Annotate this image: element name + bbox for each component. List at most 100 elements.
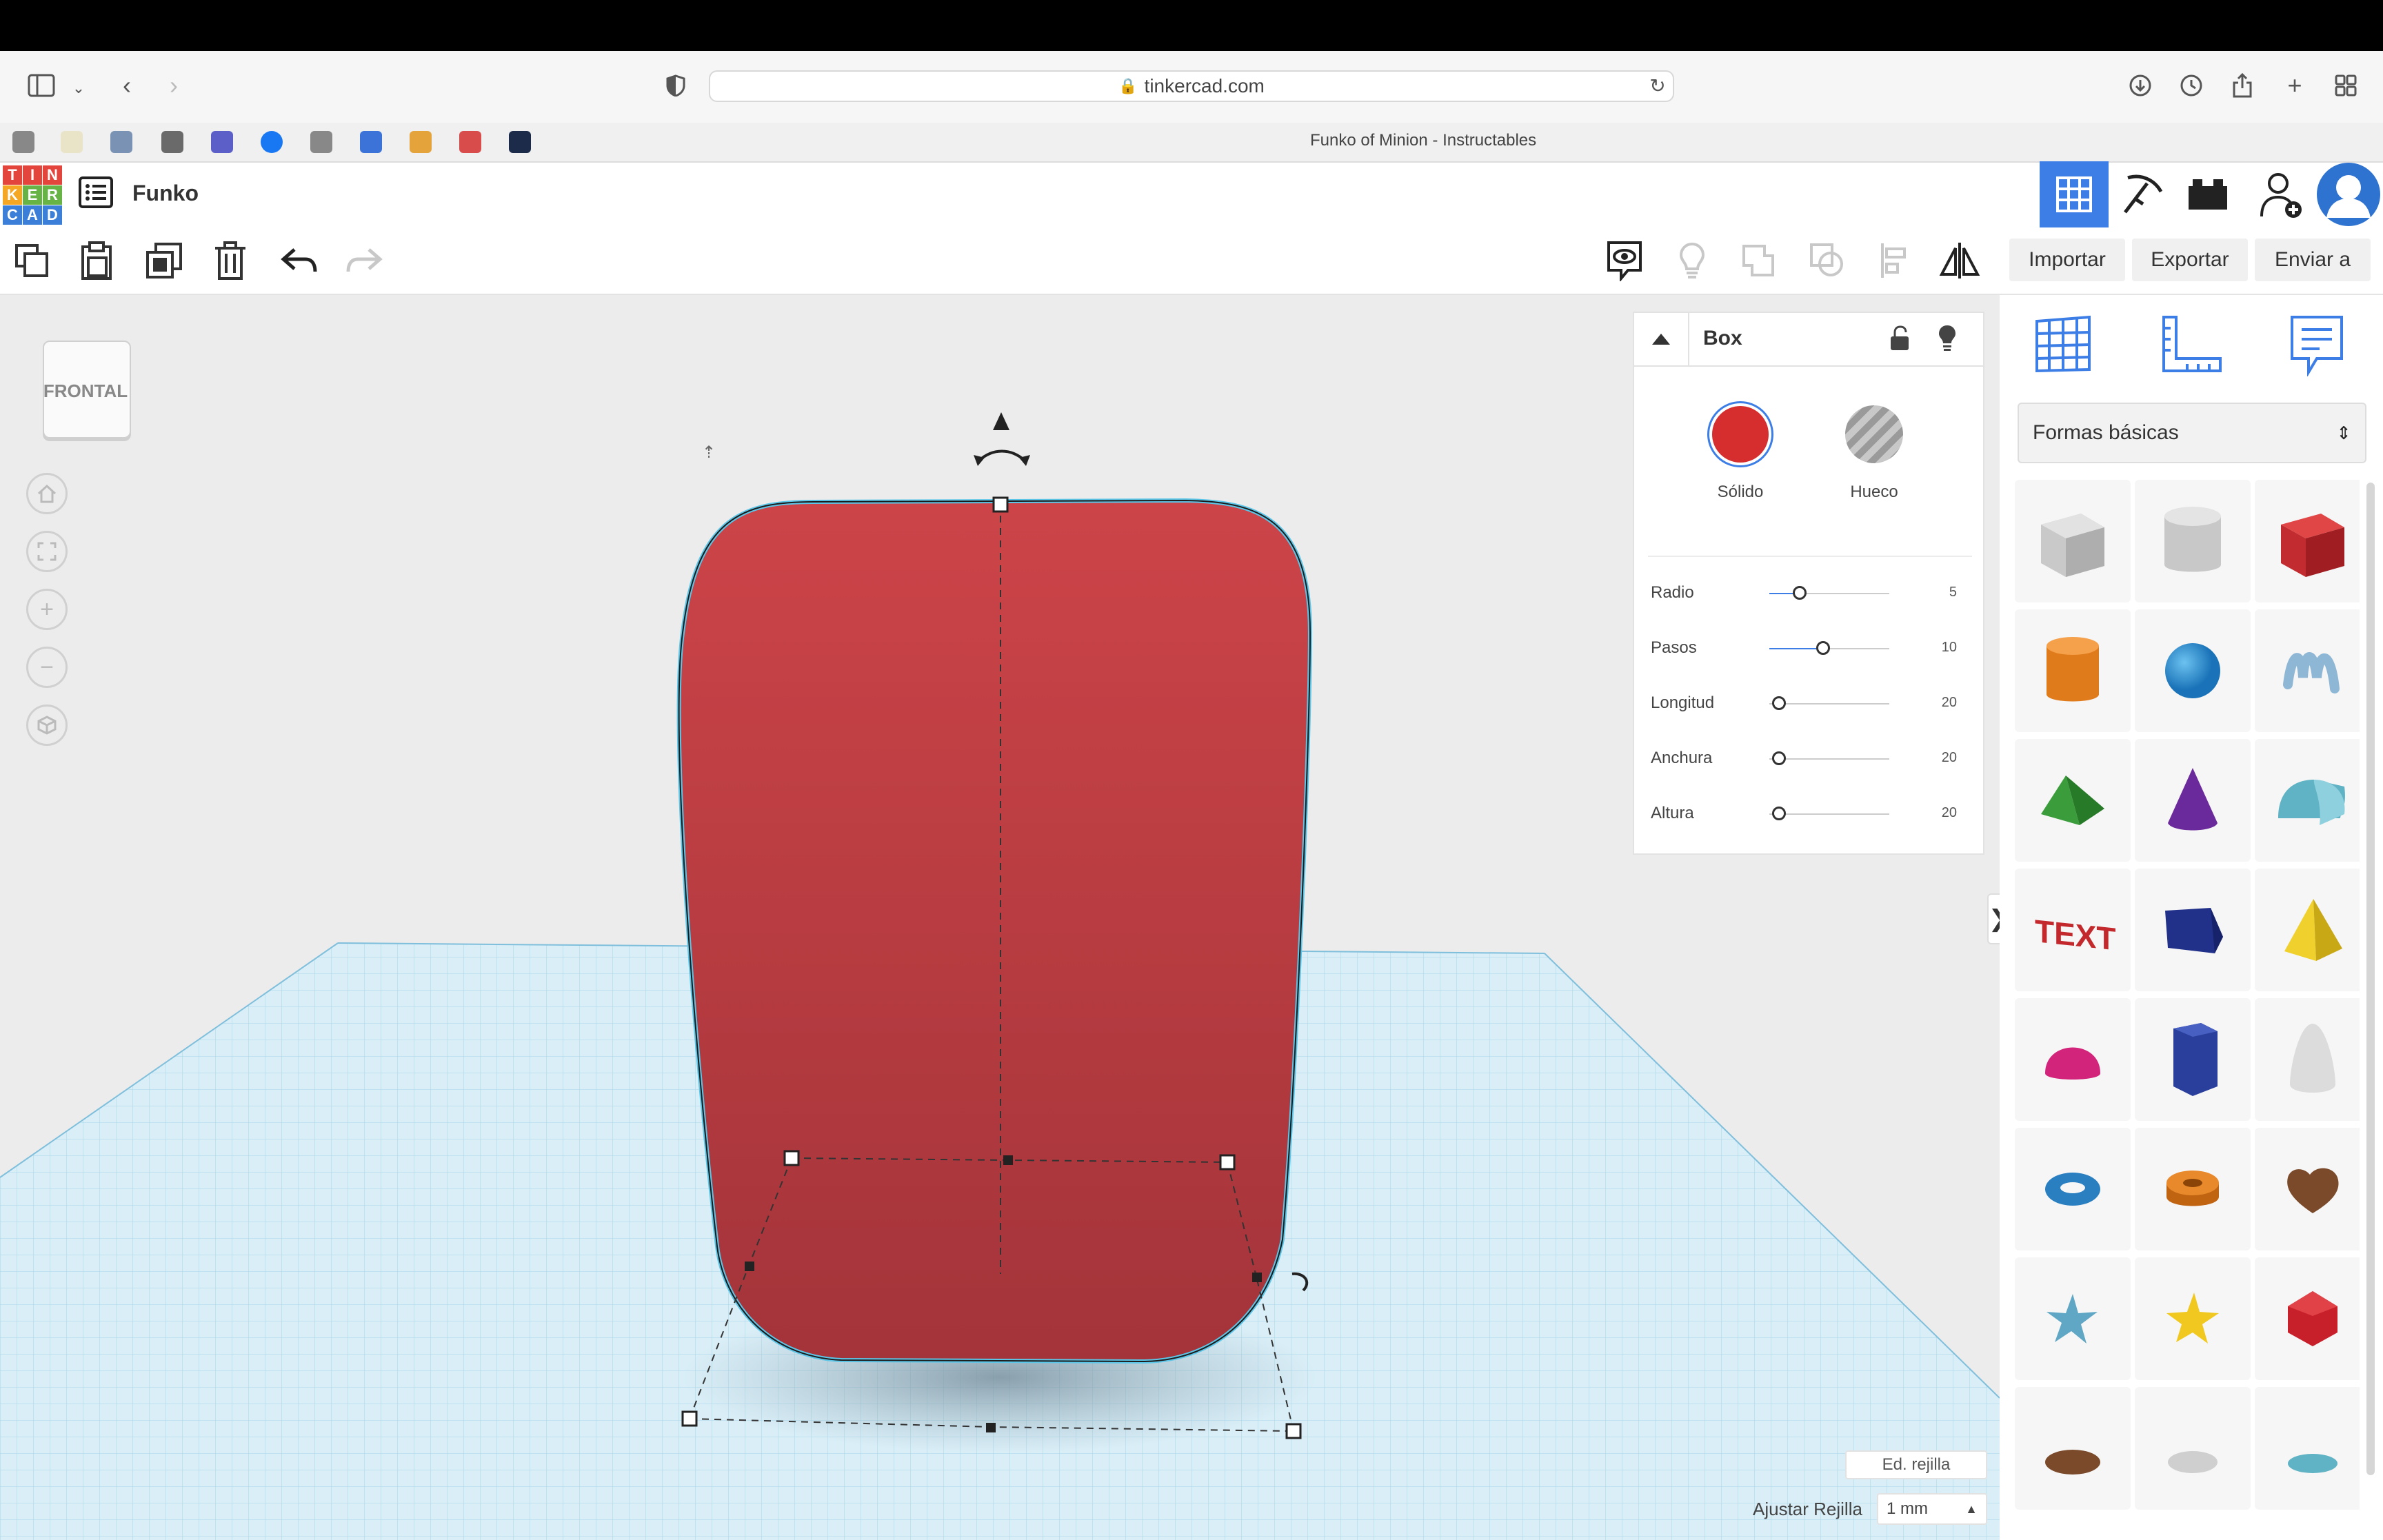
height-slider-knob[interactable] [1771,807,1786,820]
workplane-icon[interactable] [2034,314,2092,377]
length-slider-track[interactable] [1769,703,1889,705]
ring-shape[interactable] [2015,1387,2131,1510]
hexagonal-prism-shape[interactable] [2135,998,2251,1121]
sidebar-toggle-icon[interactable] [28,72,55,99]
teal-shape[interactable] [2255,1387,2360,1510]
home-view-icon[interactable] [26,473,68,514]
box-object[interactable] [676,498,1313,1364]
cylinder-gray-shape[interactable] [2135,1387,2251,1510]
favorite-icon[interactable] [110,131,132,153]
favorite-icon[interactable] [310,131,332,153]
copy-icon[interactable] [11,240,52,281]
box-shape[interactable] [2255,480,2360,602]
edge-handle[interactable] [1252,1273,1262,1282]
send-to-button[interactable]: Enviar a [2255,239,2371,281]
favorite-icon[interactable] [12,131,34,153]
lightbulb-icon[interactable] [1671,240,1713,281]
paste-icon[interactable] [76,240,117,281]
export-button[interactable]: Exportar [2132,239,2248,281]
visibility-lightbulb-icon[interactable] [1938,324,1957,355]
favorite-icon[interactable] [211,131,233,153]
tinkercad-logo[interactable]: T I N K E R C A D [3,165,63,225]
heart-shape[interactable] [2255,1128,2360,1250]
scribble-shape[interactable] [2255,609,2360,732]
undo-icon[interactable] [279,240,320,281]
star-yellow-shape[interactable] [2135,1257,2251,1380]
cylinder-shape[interactable] [2015,609,2131,732]
ruler-icon[interactable] [2161,314,2223,377]
user-avatar[interactable] [2317,163,2380,226]
roof-shape[interactable] [2015,739,2131,862]
top-height-handle[interactable] [992,496,1009,513]
corner-handle[interactable] [681,1410,698,1427]
width-slider-track[interactable] [1769,758,1889,760]
height-slider-track[interactable] [1769,813,1889,815]
add-user-icon[interactable] [2259,171,2303,223]
zoom-in-icon[interactable]: + [26,589,68,630]
pickaxe-icon[interactable] [2120,171,2165,220]
shield-icon[interactable] [662,72,690,99]
favorite-icon[interactable] [410,131,432,153]
fit-view-icon[interactable] [26,531,68,572]
ungroup-icon[interactable] [1807,240,1848,281]
steps-slider-knob[interactable] [1816,641,1831,655]
corner-handle[interactable] [1285,1423,1302,1439]
duplicate-icon[interactable] [143,240,185,281]
polygon-prism-shape[interactable] [2135,869,2251,991]
redo-icon[interactable] [343,240,385,281]
edge-handle[interactable] [986,1423,996,1432]
lift-arrow-icon[interactable] [993,412,1009,430]
cone-shape[interactable] [2135,739,2251,862]
history-icon[interactable] [2178,72,2205,99]
address-bar[interactable]: 🔒 tinkercad.com [709,70,1674,102]
property-value[interactable]: 20 [1916,695,1957,711]
menu-list-icon[interactable] [79,176,113,212]
shapes-scrollbar[interactable] [2366,483,2375,1475]
docs-icon[interactable] [360,131,382,153]
favorite-icon[interactable] [161,131,183,153]
zoom-out-icon[interactable]: − [26,647,68,688]
text-shape[interactable]: TEXT [2015,869,2131,991]
perspective-icon[interactable] [26,705,68,746]
corner-handle[interactable] [783,1150,800,1166]
property-value[interactable]: 5 [1916,585,1957,600]
import-button[interactable]: Importar [2009,239,2125,281]
align-icon[interactable] [1873,240,1914,281]
group-icon[interactable] [1738,240,1779,281]
snap-grid-select[interactable]: 1 mm ▲ [1877,1493,1987,1525]
tube-shape[interactable] [2135,1128,2251,1250]
tab-overview-icon[interactable] [2332,72,2360,99]
box-hole-shape[interactable] [2015,480,2131,602]
cylinder-hole-shape[interactable] [2135,480,2251,602]
back-icon[interactable]: ‹ [113,71,141,99]
star-shape[interactable] [2015,1257,2131,1380]
active-tab-title[interactable]: Funko of Minion - Instructables [1310,131,1536,150]
favorite-icon[interactable] [459,131,481,153]
3d-design-view-button[interactable] [2040,161,2109,227]
unlock-icon[interactable] [1889,325,1910,355]
new-tab-icon[interactable]: + [2281,71,2309,99]
half-sphere-shape[interactable] [2015,998,2131,1121]
delete-icon[interactable] [210,240,251,281]
chevron-down-icon[interactable]: ⌄ [65,74,92,102]
forward-icon[interactable]: › [160,71,188,99]
property-value[interactable]: 20 [1916,750,1957,766]
round-roof-shape[interactable] [2255,739,2360,862]
favorite-icon[interactable] [61,131,83,153]
pyramid-shape[interactable] [2255,869,2360,991]
share-icon[interactable] [2229,72,2256,99]
solid-color-button[interactable] [1707,401,1773,467]
edge-handle[interactable] [1003,1155,1013,1165]
edit-grid-button[interactable]: Ed. rejilla [1845,1450,1987,1479]
paraboloid-shape[interactable] [2255,998,2360,1121]
torus-shape[interactable] [2015,1128,2131,1250]
facebook-icon[interactable] [261,131,283,153]
view-cube[interactable]: FRONTAL [40,338,131,438]
reload-icon[interactable]: ↻ [1644,72,1671,99]
sphere-shape[interactable] [2135,609,2251,732]
show-all-icon[interactable] [1604,240,1645,281]
edge-handle[interactable] [745,1262,754,1271]
collapse-inspector-button[interactable] [1634,313,1689,365]
property-value[interactable]: 20 [1916,805,1957,821]
bricks-icon[interactable] [2187,176,2229,214]
